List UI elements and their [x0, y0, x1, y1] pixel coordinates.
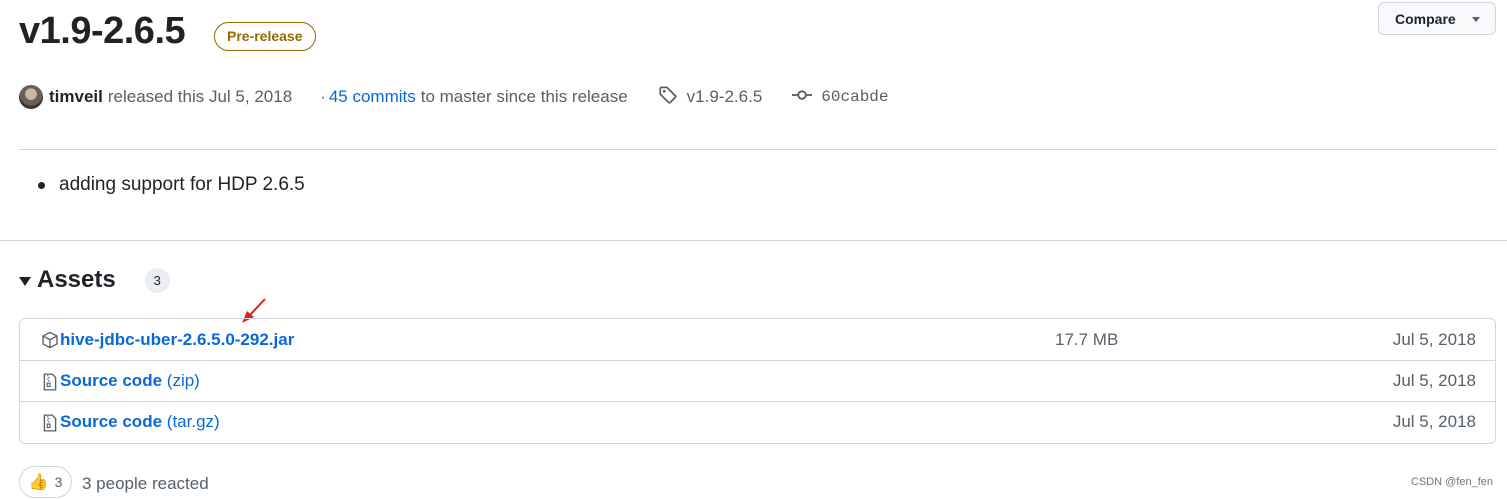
bullet-separator: · [320, 87, 326, 106]
commit-icon [792, 85, 813, 110]
watermark: CSDN @fen_fen [1410, 476, 1493, 488]
assets-heading: Assets [37, 266, 116, 293]
thumbs-up-icon: 👍 [28, 474, 49, 491]
asset-row: hive-jdbc-uber-2.6.5.0-292.jar 17.7 MB J… [20, 319, 1495, 360]
commits-suffix: to master since this release [420, 87, 628, 106]
assets-list: hive-jdbc-uber-2.6.5.0-292.jar 17.7 MB J… [19, 318, 1496, 444]
package-icon [42, 331, 58, 349]
reactions-summary: 3 people reacted [82, 474, 209, 493]
asset-link[interactable]: hive-jdbc-uber-2.6.5.0-292.jar [60, 330, 294, 350]
commits-link[interactable]: 45 commits [329, 87, 416, 107]
divider [19, 149, 1497, 150]
release-notes: adding support for HDP 2.6.5 [38, 174, 305, 196]
tag-icon [658, 85, 678, 110]
disclosure-triangle-icon [19, 276, 31, 286]
bullet [38, 181, 45, 189]
assets-toggle[interactable]: Assets 3 [19, 266, 170, 294]
author-link[interactable]: timveil [49, 87, 103, 107]
compare-label: Compare [1395, 10, 1456, 27]
assets-count-badge: 3 [144, 267, 170, 293]
prerelease-badge: Pre-release [214, 22, 316, 51]
asset-date: Jul 5, 2018 [1392, 329, 1476, 349]
asset-date: Jul 5, 2018 [1392, 412, 1476, 431]
asset-link[interactable]: Source code (zip) [60, 371, 200, 391]
asset-row: Source code (zip) Jul 5, 2018 [20, 360, 1495, 401]
tag-link[interactable]: v1.9-2.6.5 [687, 87, 763, 107]
asset-link[interactable]: Source code (tar.gz) [60, 412, 220, 432]
asset-date: Jul 5, 2018 [1392, 371, 1476, 390]
note-item: adding support for HDP 2.6.5 [59, 174, 305, 195]
avatar[interactable] [19, 85, 43, 109]
reaction-count: 3 [54, 474, 63, 490]
thumbs-up-reaction-button[interactable]: 👍 3 [19, 466, 72, 498]
release-meta: timveil released this Jul 5, 2018 · 45 c… [19, 84, 889, 110]
released-text: released this Jul 5, 2018 [107, 87, 293, 106]
divider [0, 240, 1507, 241]
asset-row: Source code (tar.gz) Jul 5, 2018 [20, 401, 1495, 442]
file-zip-icon [43, 373, 57, 391]
asset-size: 17.7 MB [1055, 329, 1119, 349]
file-zip-icon [43, 414, 57, 432]
release-title: v1.9-2.6.5 [19, 10, 186, 52]
compare-button[interactable]: Compare [1378, 2, 1496, 35]
chevron-down-icon [1472, 17, 1480, 22]
commit-link[interactable]: 60cabde [821, 88, 888, 106]
